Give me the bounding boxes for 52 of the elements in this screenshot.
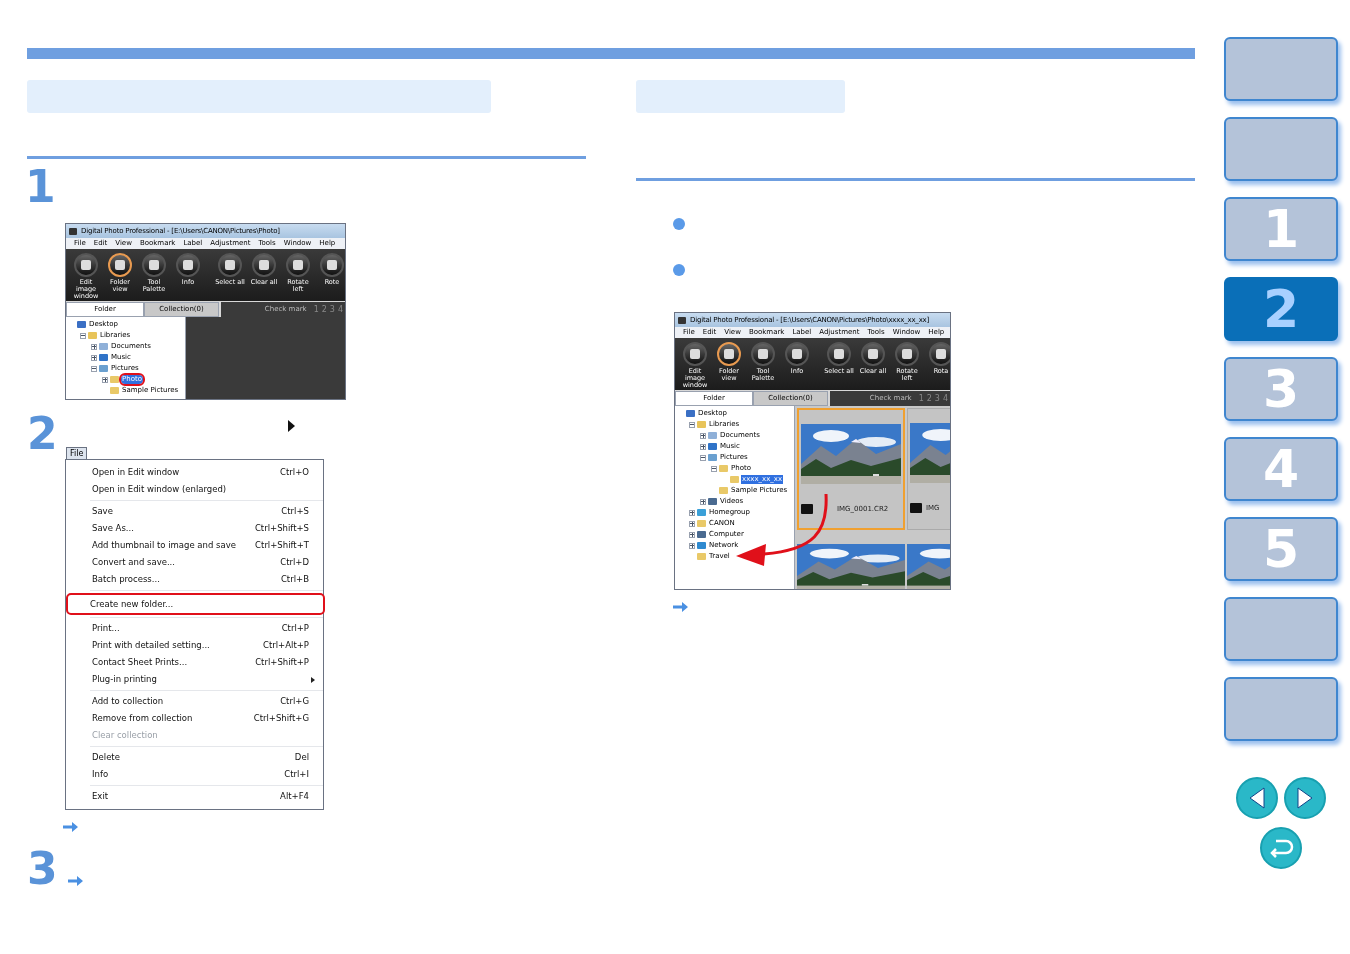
expander-icon[interactable]	[80, 332, 86, 339]
camera-icon	[678, 316, 686, 324]
expander-icon[interactable]	[700, 454, 706, 461]
expander-icon[interactable]	[91, 343, 97, 350]
menu-item[interactable]: Open in Edit window Ctrl+O	[90, 464, 323, 481]
expander-icon[interactable]	[700, 498, 706, 505]
menu-item[interactable]: Add to collection Ctrl+G	[90, 693, 323, 710]
menu-item[interactable]: Save As... Ctrl+Shift+S	[90, 520, 323, 537]
next-page-button[interactable]	[1284, 777, 1326, 819]
menu-item[interactable]: Convert and save... Ctrl+D	[90, 554, 323, 571]
camera-icon	[69, 227, 77, 235]
triangle-icon	[287, 420, 295, 432]
arrow-icon	[673, 601, 688, 613]
return-arrow-icon	[1268, 837, 1294, 859]
arrow-icon	[67, 875, 83, 887]
expander-icon[interactable]	[689, 509, 695, 516]
right-triangle-icon	[1297, 787, 1313, 809]
menu-item[interactable]: Print... Ctrl+P	[90, 620, 323, 637]
menu-item[interactable]: Print with detailed setting... Ctrl+Alt+P	[90, 637, 323, 654]
camera-icon	[801, 504, 813, 515]
camera-icon	[910, 503, 922, 514]
expander-icon[interactable]	[91, 354, 97, 361]
expander-icon[interactable]	[700, 432, 706, 439]
menu-item[interactable]: Save Ctrl+S	[90, 503, 323, 520]
expander-icon[interactable]	[689, 531, 695, 538]
menu-item[interactable]: Plug-in printing	[90, 671, 323, 688]
expander-icon[interactable]	[91, 365, 97, 372]
menu-item[interactable]: Create new folder...	[66, 593, 325, 615]
menu-item[interactable]: Add thumbnail to image and save Ctrl+Shift+T	[90, 537, 323, 554]
previous-page-button[interactable]	[1236, 777, 1278, 819]
menu-item[interactable]: Info Ctrl+I	[90, 766, 323, 783]
expander-icon[interactable]	[700, 443, 706, 450]
menu-item[interactable]: Batch process... Ctrl+B	[90, 571, 323, 588]
arrow-icon	[63, 821, 78, 833]
menu-item[interactable]: Open in Edit window (enlarged)	[90, 481, 323, 498]
step-number: 1	[25, 167, 57, 207]
left-triangle-icon	[1249, 787, 1265, 809]
expander-icon[interactable]	[689, 542, 695, 549]
bullet-icon	[673, 218, 685, 230]
menu-item[interactable]: Remove from collection Ctrl+Shift+G	[90, 710, 323, 727]
back-button[interactable]	[1260, 827, 1302, 869]
step-number: 3	[27, 849, 58, 889]
step-number: 2	[27, 414, 58, 454]
bullet-icon	[673, 264, 685, 276]
menu-item[interactable]: Contact Sheet Prints... Ctrl+Shift+P	[90, 654, 323, 671]
menu-title[interactable]: File	[66, 447, 88, 459]
menu-item[interactable]: Delete Del	[90, 749, 323, 766]
expander-icon[interactable]	[102, 376, 108, 383]
expander-icon[interactable]	[689, 520, 695, 527]
expander-icon[interactable]	[711, 465, 717, 472]
menu-item[interactable]: Exit Alt+F4	[90, 788, 323, 805]
expander-icon[interactable]	[689, 421, 695, 428]
